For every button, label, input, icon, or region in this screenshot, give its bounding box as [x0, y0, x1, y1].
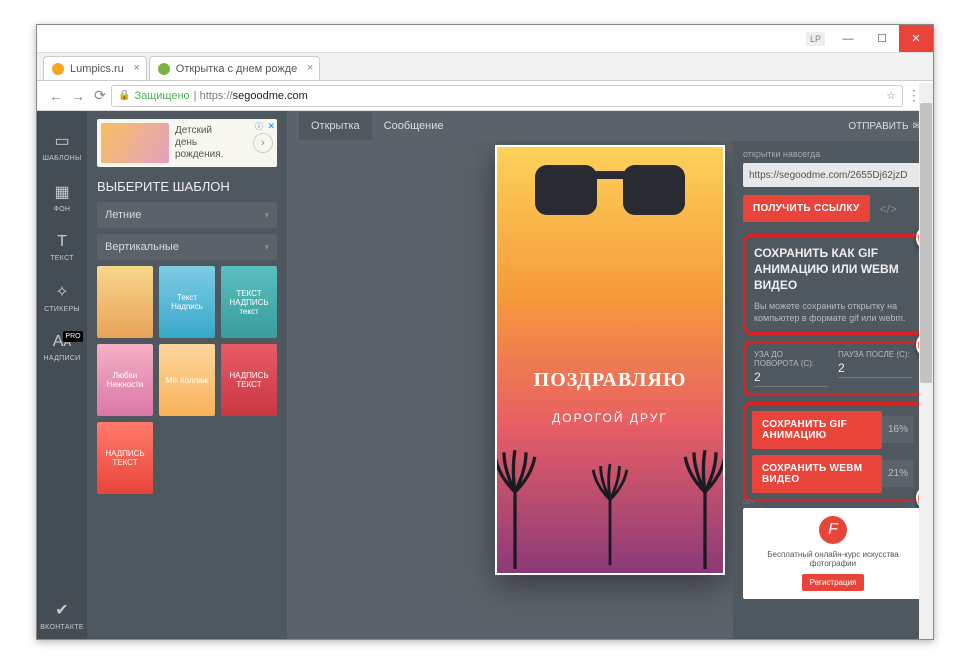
url-proto: https://: [200, 90, 233, 102]
text-icon: T: [57, 233, 67, 251]
embed-icon[interactable]: </>: [880, 202, 897, 216]
favicon-icon: [158, 63, 170, 75]
rail-vk[interactable]: ✔ВКОНТАКТЕ: [37, 592, 87, 639]
template-thumb[interactable]: НАДПИСЬ ТЕКСТ: [221, 344, 277, 416]
bookmark-star-icon[interactable]: ☆: [886, 89, 896, 102]
pro-badge: PRO: [63, 331, 83, 342]
app-body: ▭ШАБЛОНЫ ▦ФОН TТЕКСТ ✧СТИКЕРЫ PROAᴀНАДПИ…: [37, 111, 933, 639]
background-icon: ▦: [54, 182, 69, 202]
pause-after-label: ПАУЗА ПОСЛЕ (С):: [838, 350, 912, 359]
template-thumb[interactable]: Mili Коллаж: [159, 344, 215, 416]
tab-card[interactable]: Открытка: [299, 112, 372, 140]
ad-banner[interactable]: Детскийденьрождения. › ⓘ ✕: [97, 119, 277, 167]
ad-image: [101, 123, 169, 163]
template-thumb[interactable]: Текст Надпись: [159, 266, 215, 338]
pause-after-input[interactable]: 2: [838, 361, 912, 378]
profile-badge: LP: [806, 32, 825, 46]
vk-icon: ✔: [55, 600, 68, 620]
window-titlebar: LP — ☐ ✕: [37, 25, 933, 53]
rail-captions[interactable]: PROAᴀНАДПИСИ: [37, 325, 87, 370]
secure-label: Защищено: [134, 90, 189, 102]
get-link-button[interactable]: ПОЛУЧИТЬ ССЫЛКУ: [743, 195, 870, 222]
hint-text: открытки навсегда: [743, 149, 923, 159]
gif-progress: 16%: [882, 416, 914, 443]
pause-before-label: УЗА ДО ПОВОРОТА (С):: [754, 350, 828, 368]
postcard[interactable]: ПОЗДРАВЛЯЮ ДОРОГОЙ ДРУГ: [495, 145, 725, 575]
sunglasses-graphic: [535, 165, 685, 223]
promo-register-button[interactable]: Регистрация: [802, 574, 865, 591]
share-url-input[interactable]: https://segoodme.com/2655Dj62jzD: [743, 163, 923, 187]
adchoices-icon[interactable]: ⓘ: [255, 121, 263, 132]
panel-title: ВЫБЕРИТЕ ШАБЛОН: [97, 179, 277, 194]
select-orientation[interactable]: Вертикальные▾: [97, 234, 277, 260]
nav-reload-button[interactable]: ⟳: [89, 85, 111, 107]
rail-text[interactable]: TТЕКСТ: [37, 225, 87, 270]
templates-icon: ▭: [54, 131, 69, 151]
save-title: СОХРАНИТЬ КАК GIF АНИМАЦИЮ ИЛИ WEBM ВИДЕ…: [754, 245, 912, 294]
promo-credit: 00+: [743, 499, 755, 506]
favicon-icon: [52, 63, 64, 75]
ad-arrow-icon[interactable]: ›: [253, 133, 273, 153]
window-maximize-button[interactable]: ☐: [865, 25, 899, 52]
template-thumb[interactable]: НАДПИСЬ ТЕКСТ: [97, 422, 153, 494]
stickers-icon: ✧: [55, 282, 68, 302]
address-bar[interactable]: 🔒 Защищено | https:// segoodme.com ☆: [111, 85, 903, 107]
template-thumbnails: Текст Надпись ТЕКСТ НАДПИСЬ текст Любви …: [97, 266, 277, 494]
template-thumb[interactable]: [97, 266, 153, 338]
chevron-down-icon: ▾: [264, 242, 269, 253]
select-category[interactable]: Летние▾: [97, 202, 277, 228]
nav-back-button[interactable]: ←: [45, 85, 67, 107]
rail-background[interactable]: ▦ФОН: [37, 174, 87, 221]
palm-graphic: [591, 450, 628, 569]
save-webm-button[interactable]: СОХРАНИТЬ WEBM ВИДЕО: [752, 455, 882, 493]
promo-ad[interactable]: 00+ ⓘ ✕ F Бесплатный онлайн-курс искусст…: [743, 508, 923, 599]
left-icon-rail: ▭ШАБЛОНЫ ▦ФОН TТЕКСТ ✧СТИКЕРЫ PROAᴀНАДПИ…: [37, 111, 87, 639]
template-thumb[interactable]: Любви Нежности: [97, 344, 153, 416]
template-thumb[interactable]: ТЕКСТ НАДПИСЬ текст: [221, 266, 277, 338]
scrollbar-thumb[interactable]: [920, 103, 932, 383]
vertical-scrollbar[interactable]: [919, 83, 933, 639]
ad-text: Детскийденьрождения.: [175, 125, 223, 161]
canvas-tabs: Открытка Сообщение ОТПРАВИТЬ✉: [287, 111, 933, 141]
rail-stickers[interactable]: ✧СТИКЕРЫ: [37, 274, 87, 321]
tab-message[interactable]: Сообщение: [372, 112, 456, 140]
window-close-button[interactable]: ✕: [899, 25, 933, 52]
tab-segoodme[interactable]: Открытка с днем рожде ×: [149, 56, 321, 80]
card-line1: ПОЗДРАВЛЯЮ: [497, 369, 723, 392]
tab-label: Открытка с днем рожде: [176, 63, 298, 75]
lock-icon: 🔒: [118, 90, 130, 101]
canvas-stage[interactable]: ПОЗДРАВЛЯЮ ДОРОГОЙ ДРУГ открытки навсегд…: [287, 141, 933, 639]
address-bar-row: ← → ⟳ 🔒 Защищено | https:// segoodme.com…: [37, 81, 933, 111]
url-host: segoodme.com: [233, 90, 308, 102]
tab-label: Lumpics.ru: [70, 63, 124, 75]
ad-close-icon[interactable]: ✕: [267, 121, 275, 132]
rail-templates[interactable]: ▭ШАБЛОНЫ: [37, 123, 87, 170]
window-minimize-button[interactable]: —: [831, 25, 865, 52]
palm-graphic: [495, 433, 537, 573]
webm-progress: 21%: [882, 460, 914, 487]
promo-logo-icon: F: [819, 516, 847, 544]
promo-text: Бесплатный онлайн-курс искусства фотогра…: [751, 550, 915, 568]
card-line2: ДОРОГОЙ ДРУГ: [497, 411, 723, 425]
right-sidebar: открытки навсегда https://segoodme.com/2…: [733, 141, 933, 639]
save-buttons-box: 3 СОХРАНИТЬ GIF АНИМАЦИЮ16% СОХРАНИТЬ WE…: [743, 402, 923, 502]
save-desc: Вы можете сохранить открытку на компьюте…: [754, 300, 912, 324]
tab-close-icon[interactable]: ×: [307, 62, 313, 74]
nav-forward-button[interactable]: →: [67, 85, 89, 107]
chevron-down-icon: ▾: [264, 210, 269, 221]
pause-before-input[interactable]: 2: [754, 370, 828, 387]
save-gif-button[interactable]: СОХРАНИТЬ GIF АНИМАЦИЮ: [752, 411, 882, 449]
tab-close-icon[interactable]: ×: [133, 62, 139, 74]
browser-window: LP — ☐ ✕ Lumpics.ru × Открытка с днем рож…: [36, 24, 934, 640]
save-as-box: 1 СОХРАНИТЬ КАК GIF АНИМАЦИЮ ИЛИ WEBM ВИ…: [743, 234, 923, 335]
browser-tabs: Lumpics.ru × Открытка с днем рожде ×: [37, 53, 933, 81]
palm-graphic: [683, 433, 725, 573]
tab-lumpics[interactable]: Lumpics.ru ×: [43, 56, 147, 80]
pause-settings-box: 2 УЗА ДО ПОВОРОТА (С): 2 ПАУЗА ПОСЛЕ (С):…: [743, 341, 923, 396]
templates-panel: Детскийденьрождения. › ⓘ ✕ ВЫБЕРИТЕ ШАБЛ…: [87, 111, 287, 639]
canvas-area: Открытка Сообщение ОТПРАВИТЬ✉ ПОЗДРАВЛЯЮ…: [287, 111, 933, 639]
